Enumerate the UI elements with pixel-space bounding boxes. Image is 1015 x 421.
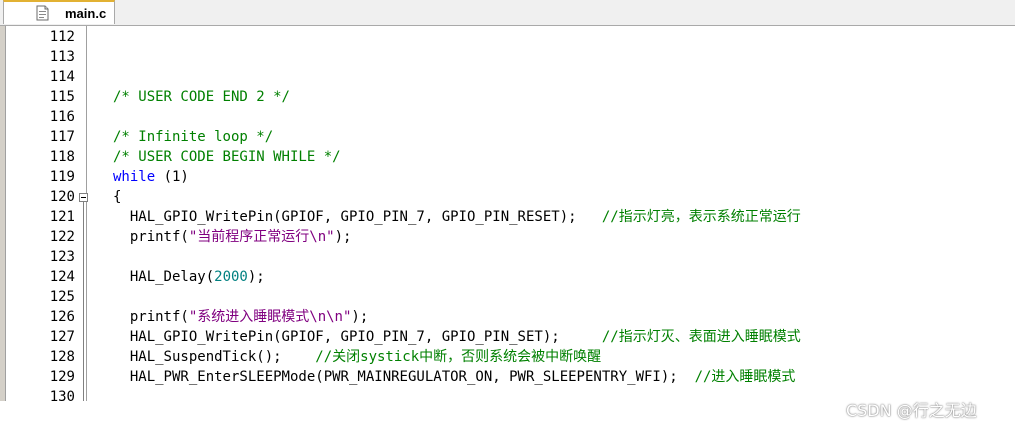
fold-range-line (83, 202, 84, 401)
c-file-icon (36, 5, 49, 21)
line-number: 120 (49, 189, 75, 205)
comment-token: /* Infinite loop */ (96, 129, 274, 145)
line-number: 112 (49, 29, 75, 45)
line-number: 114 (49, 69, 75, 85)
code-line[interactable]: HAL_GPIO_WritePin(GPIOF, GPIO_PIN_7, GPI… (96, 327, 801, 347)
collapse-icon[interactable] (79, 193, 88, 202)
code-line[interactable]: { (96, 187, 121, 207)
tab-main-c[interactable]: main.c (3, 0, 115, 24)
code-token: HAL_GPIO_WritePin(GPIOF, GPIO_PIN_7, GPI… (96, 329, 602, 345)
tab-label: main.c (65, 5, 107, 21)
code-token: ); (334, 229, 352, 245)
code-line[interactable]: /* USER CODE END 2 */ (96, 87, 290, 107)
code-line[interactable]: while (1) (96, 167, 189, 187)
code-token: HAL_SuspendTick(); (96, 349, 316, 365)
line-number: 124 (49, 269, 75, 285)
line-number: 119 (49, 169, 75, 185)
comment-token: //关闭systick中断，否则系统会被中断唤醒 (315, 349, 602, 365)
line-number: 129 (49, 369, 75, 385)
code-token: ); (247, 269, 265, 285)
comment-token: //指示灯灭、表面进入睡眠模式 (601, 329, 801, 345)
code-token: printf( (96, 309, 189, 325)
line-number: 113 (49, 49, 75, 65)
line-number: 125 (49, 289, 75, 305)
comment-token: /* USER CODE END 2 */ (96, 89, 290, 105)
code-line[interactable]: /* Infinite loop */ (96, 127, 273, 147)
line-number: 121 (49, 209, 75, 225)
tab-bar: main.c (0, 0, 1015, 26)
code-line[interactable]: HAL_PWR_EnterSLEEPMode(PWR_MAINREGULATOR… (96, 367, 796, 387)
code-line[interactable]: printf("系统进入睡眠模式\n\n"); (96, 307, 368, 327)
line-number: 130 (49, 389, 75, 405)
code-token: HAL_GPIO_WritePin(GPIOF, GPIO_PIN_7, GPI… (96, 209, 602, 225)
code-line[interactable]: printf("当前程序正常运行\n"); (96, 227, 352, 247)
number-token: 2000 (214, 269, 248, 285)
line-number: 127 (49, 329, 75, 345)
line-number: 123 (49, 249, 75, 265)
string-token: "系统进入睡眠模式\n\n" (188, 309, 352, 325)
code-editor[interactable]: 112 113 114 115 /* USER CODE END 2 */ 116 117… (0, 26, 1015, 420)
line-number: 128 (49, 349, 75, 365)
code-line[interactable]: HAL_SuspendTick(); //关闭systick中断，否则系统会被中… (96, 347, 601, 367)
keyword-token: while (112, 169, 156, 185)
code-line[interactable]: HAL_Delay(2000); (96, 267, 265, 287)
comment-token: //进入睡眠模式 (694, 369, 796, 385)
code-token: printf( (96, 229, 189, 245)
code-token: { (96, 189, 122, 205)
line-number: 116 (49, 109, 75, 125)
line-number: 122 (49, 229, 75, 245)
comment-token: /* USER CODE BEGIN WHILE */ (96, 149, 341, 165)
code-line[interactable]: /* USER CODE BEGIN WHILE */ (96, 147, 341, 167)
code-token: HAL_PWR_EnterSLEEPMode(PWR_MAINREGULATOR… (96, 369, 695, 385)
line-number: 115 (49, 89, 75, 105)
code-token: ); (351, 309, 369, 325)
comment-token: //指示灯亮，表示系统正常运行 (601, 209, 801, 225)
code-token: HAL_Delay( (96, 269, 215, 285)
code-token: (1) (155, 169, 189, 185)
line-number: 118 (49, 149, 75, 165)
code-line[interactable]: HAL_GPIO_WritePin(GPIOF, GPIO_PIN_7, GPI… (96, 207, 801, 227)
line-number: 126 (49, 309, 75, 325)
line-number: 117 (49, 129, 75, 145)
string-token: "当前程序正常运行\n" (188, 229, 335, 245)
